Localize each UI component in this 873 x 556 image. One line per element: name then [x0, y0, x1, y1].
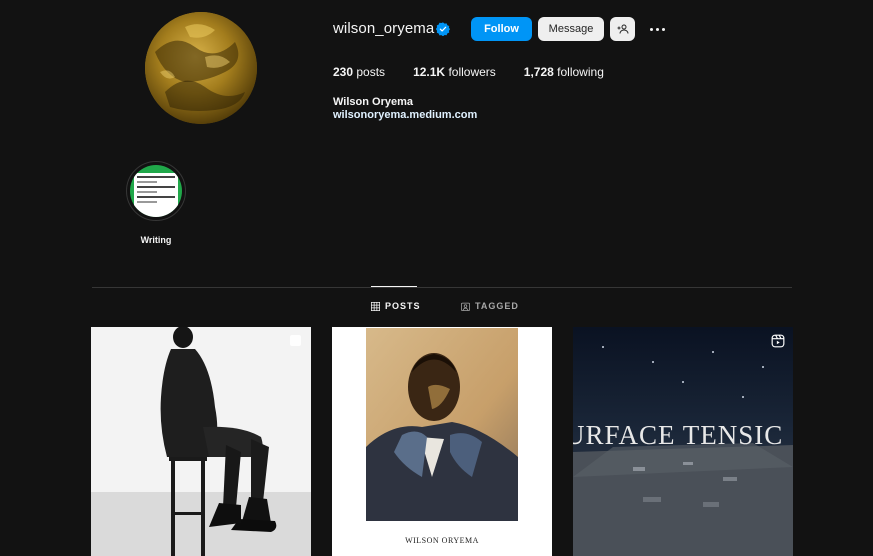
tab-tagged[interactable]: TAGGED — [461, 301, 519, 311]
followers-count: 12.1K — [413, 65, 446, 79]
tab-posts[interactable]: POSTS — [371, 301, 421, 311]
follow-button[interactable]: Follow — [471, 17, 532, 41]
post-tile[interactable]: WILSON ORYEMA — [332, 327, 552, 556]
profile-website-link[interactable]: wilsonoryema.medium.com — [333, 109, 477, 121]
story-highlight[interactable]: Writing — [126, 161, 186, 245]
add-user-icon — [617, 24, 628, 34]
profile-page: wilson_oryema Follow Message 230 posts 1… — [0, 0, 873, 556]
following-label: following — [557, 65, 604, 79]
post-tile[interactable]: URFACE TENSIC — [573, 327, 793, 556]
highlight-label: Writing — [140, 235, 172, 245]
active-tab-indicator — [371, 286, 417, 287]
profile-full-name: Wilson Oryema — [333, 96, 413, 108]
posts-label: posts — [356, 65, 386, 79]
message-button[interactable]: Message — [538, 17, 604, 41]
following-stat[interactable]: 1,728 following — [524, 65, 604, 79]
followers-label: followers — [448, 65, 496, 79]
following-count: 1,728 — [523, 65, 554, 79]
followers-stat[interactable]: 12.1K followers — [413, 65, 496, 79]
posts-count: 230 — [333, 65, 354, 79]
tab-tagged-label: TAGGED — [475, 301, 519, 311]
highlight-cover — [130, 165, 182, 217]
post-caption: WILSON ORYEMA — [405, 536, 479, 545]
post-caption: URFACE TENSIC — [573, 420, 784, 450]
profile-username: wilson_oryema — [333, 20, 435, 37]
post-image — [332, 327, 552, 556]
tagged-icon — [461, 302, 470, 311]
tab-posts-label: POSTS — [385, 301, 421, 311]
grid-icon — [371, 301, 380, 311]
profile-avatar[interactable] — [145, 12, 257, 124]
posts-stat: 230 posts — [333, 65, 385, 79]
profile-stats: 230 posts 12.1K followers 1,728 followin… — [333, 65, 632, 79]
reels-icon — [771, 334, 785, 348]
post-image — [91, 327, 311, 556]
verified-badge-icon — [436, 22, 450, 36]
avatar-image — [145, 12, 257, 124]
more-options-icon[interactable] — [646, 19, 668, 39]
tabs-divider — [92, 287, 792, 288]
post-tile[interactable] — [91, 327, 311, 556]
highlight-ring — [126, 161, 186, 221]
suggest-user-button[interactable] — [610, 17, 635, 41]
multi-image-icon — [290, 335, 301, 346]
